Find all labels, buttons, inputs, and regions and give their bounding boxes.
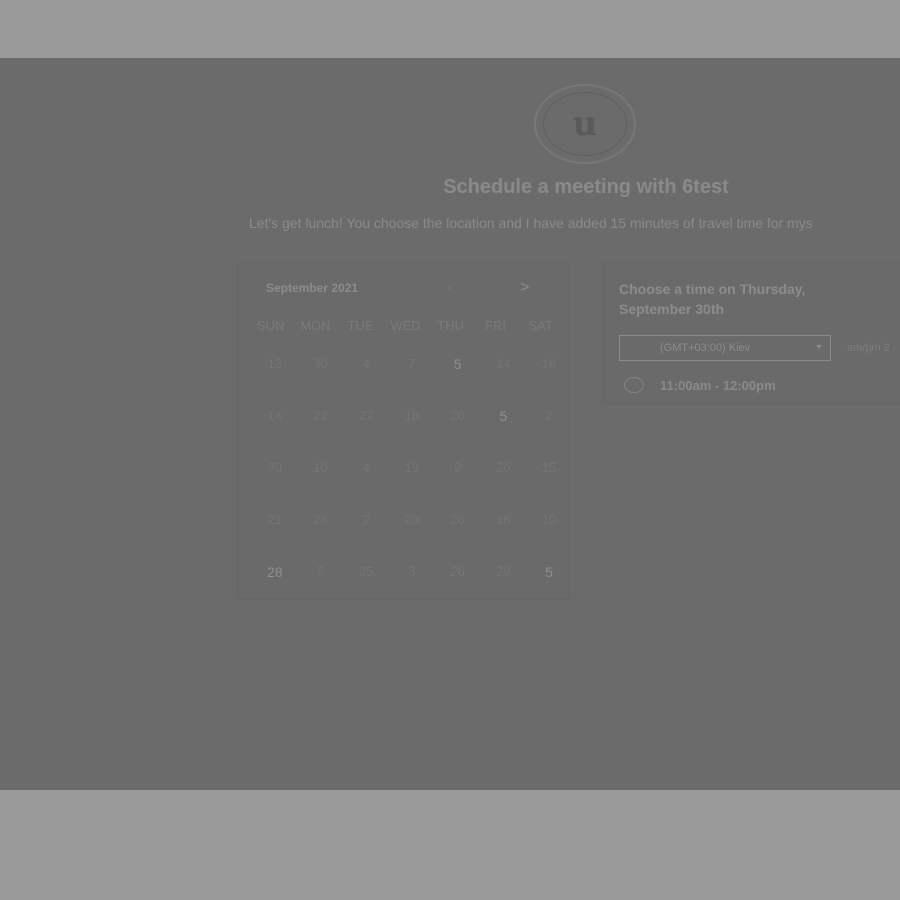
page-title: Schedule a meeting with 6test: [443, 176, 729, 198]
time-panel-heading: Choose a time on Thursday, September 30t…: [619, 281, 806, 317]
calendar-days-grid: 13 30 4 7 5 14 16 14 22 27 18 20 5 2 30 10 4 19 9 20 15 21 28 2…: [252, 355, 572, 615]
calendar-day: 20: [404, 512, 420, 527]
month-label: September 2021: [266, 281, 359, 295]
calendar-panel: September 2021 ‹ > SUN MON TUE WED THU F…: [237, 262, 570, 600]
chevron-left-icon[interactable]: ‹: [447, 279, 452, 297]
calendar-day: 10: [313, 460, 328, 475]
calendar-day: 14: [267, 408, 283, 423]
avatar: u: [534, 84, 636, 164]
calendar-day[interactable]: 5: [435, 355, 481, 407]
calendar-day: 4: [362, 356, 370, 371]
calendar-day: 19: [404, 460, 420, 475]
calendar-day[interactable]: 5: [526, 563, 572, 615]
page-subtitle: Let's get lunch! You choose the location…: [249, 215, 813, 231]
weekday-label: WED: [390, 318, 421, 333]
calendar-day: 29: [496, 564, 511, 579]
timezone-value: (GMT+03:00) Kiev: [660, 342, 751, 354]
calendar-day: 10: [541, 512, 557, 527]
calendar-day: 2: [362, 512, 370, 527]
calendar-day[interactable]: 5: [480, 407, 526, 459]
calendar-day: 4: [362, 460, 370, 475]
time-slot-label: 11:00am - 12:00pm: [660, 377, 776, 393]
calendar-day: 28: [313, 512, 328, 527]
avatar-icon: u: [543, 92, 627, 156]
calendar-day: 30: [267, 460, 283, 475]
weekday-label: THU: [437, 318, 464, 333]
calendar-day: 3: [408, 564, 416, 579]
timezone-select[interactable]: (GMT+03:00) Kiev: [619, 335, 831, 361]
calendar-day: 22: [313, 408, 328, 423]
caret-down-icon: [816, 345, 822, 349]
weekday-label: FRI: [485, 318, 506, 333]
chevron-right-icon[interactable]: >: [520, 279, 529, 297]
calendar-day: 15: [541, 460, 557, 475]
weekday-label: SAT: [528, 318, 553, 333]
weekday-label: SUN: [256, 318, 285, 333]
calendar-day: 30: [313, 356, 328, 371]
calendar-day: 21: [267, 512, 283, 527]
weekday-header: SUN MON TUE WED THU FRI SAT: [248, 318, 562, 333]
calendar-day: 27: [358, 408, 374, 423]
time-format-toggle[interactable]: am/pm 2: [847, 342, 890, 354]
weekday-label: TUE: [347, 318, 374, 333]
calendar-day: 7: [408, 356, 416, 371]
calendar-day[interactable]: 28: [252, 563, 298, 615]
time-slot-option[interactable]: 11:00am - 12:00pm: [624, 377, 776, 393]
calendar-day: 26: [450, 512, 465, 527]
calendar-day: 2: [545, 408, 553, 423]
radio-icon[interactable]: [624, 377, 644, 393]
calendar-day: 14: [496, 356, 511, 371]
calendar-day: 16: [496, 512, 511, 527]
scheduling-page: u Schedule a meeting with 6test Let's ge…: [0, 58, 900, 790]
calendar-day: 9: [453, 460, 462, 475]
calendar-day: 5: [316, 564, 325, 579]
weekday-label: MON: [300, 318, 331, 333]
calendar-day: 20: [496, 460, 511, 475]
calendar-day: 16: [541, 356, 557, 371]
calendar-day: 25: [358, 564, 374, 579]
time-panel: Choose a time on Thursday, September 30t…: [603, 262, 900, 404]
calendar-day: 26: [450, 564, 465, 579]
calendar-day: 13: [267, 356, 283, 371]
calendar-day: 18: [404, 408, 420, 423]
calendar-day: 20: [450, 408, 465, 423]
